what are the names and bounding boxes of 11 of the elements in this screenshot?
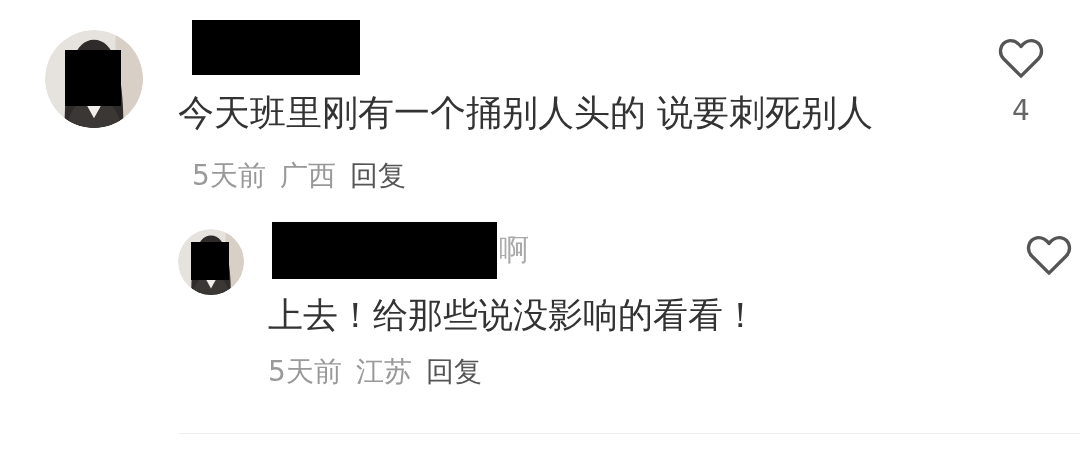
comment-text: 今天班里刚有一个捅别人头的 说要刺死别人 <box>178 92 874 133</box>
reply-link[interactable]: 回复 <box>425 355 482 389</box>
heart-icon[interactable] <box>998 38 1044 80</box>
reply-link[interactable]: 回复 <box>349 159 406 193</box>
comment-time: 5天前 <box>192 159 266 193</box>
reply-location: 江苏 <box>355 355 412 389</box>
reply-text: 上去！给那些说没影响的看看！ <box>268 294 759 337</box>
heart-icon[interactable] <box>1025 235 1072 277</box>
reply-time: 5天前 <box>268 355 342 389</box>
comment-location: 广西 <box>279 159 336 193</box>
like-count: 4 <box>1012 94 1030 127</box>
